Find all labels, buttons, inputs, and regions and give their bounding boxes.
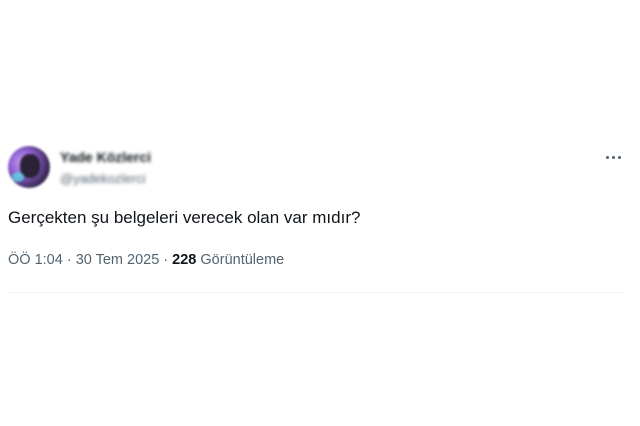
- divider: [8, 292, 624, 293]
- tweet-text: Gerçekten şu belgeleri verecek olan var …: [8, 208, 361, 227]
- tweet-date[interactable]: 30 Tem 2025: [76, 252, 160, 268]
- tweet-meta: ÖÖ 1:04 · 30 Tem 2025 · 228 Görüntüleme: [8, 252, 284, 268]
- tweet-time[interactable]: ÖÖ 1:04: [8, 252, 63, 268]
- meta-separator: ·: [62, 252, 76, 268]
- more-horizontal-icon: [611, 155, 615, 159]
- tweet-card: Yade Közlerci @yadekozlerci Gerçekten şu…: [0, 0, 640, 426]
- more-horizontal-icon: [605, 155, 609, 159]
- avatar[interactable]: [8, 146, 50, 188]
- author-handle[interactable]: @yadekozlerci: [60, 171, 145, 186]
- views-count: 228: [172, 252, 197, 268]
- author-display-name[interactable]: Yade Közlerci: [60, 149, 151, 165]
- views-label: Görüntüleme: [200, 252, 285, 268]
- more-options-button[interactable]: [600, 148, 626, 166]
- more-horizontal-icon: [617, 155, 621, 159]
- meta-separator: ·: [159, 252, 173, 268]
- avatar-glow: [12, 172, 24, 182]
